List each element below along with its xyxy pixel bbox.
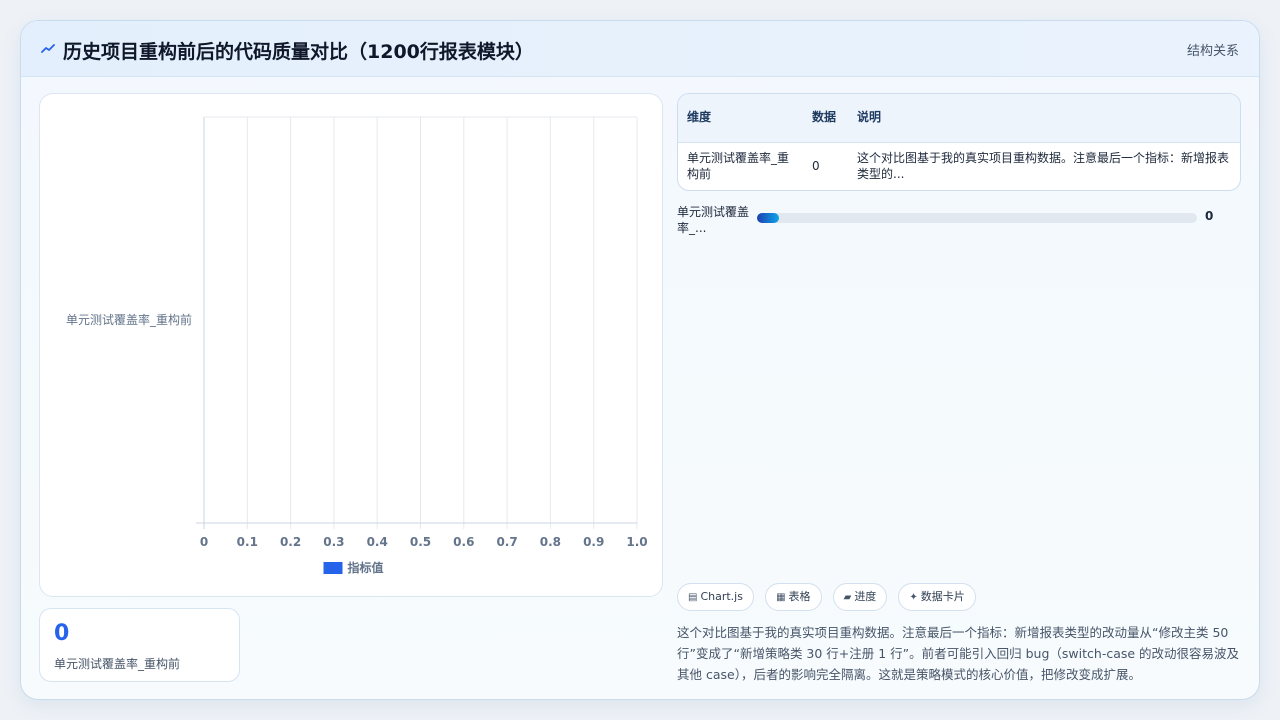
table-header-row: 维度 数据 说明 [678, 94, 1240, 143]
table-cell-data: 0 [812, 159, 820, 174]
legend-label: 指标值 [348, 560, 384, 575]
stat-value: 0 [54, 621, 70, 646]
x-tick-label: 0.8 [540, 535, 561, 549]
data-table: 维度 数据 说明 单元测试覆盖率_重构前 0 这个对比图基于我的真实项目重构数据… [678, 94, 1240, 190]
tag-label: Chart.js [700, 590, 743, 603]
tag-table[interactable]: ▦ 表格 [765, 583, 822, 611]
x-tick-label: 0.2 [280, 535, 301, 549]
table-header-data: 数据 [808, 94, 848, 143]
x-tick-label: 0.5 [410, 535, 431, 549]
tag-label: 进度 [854, 590, 877, 603]
data-table-panel: 维度 数据 说明 单元测试覆盖率_重构前 0 这个对比图基于我的真实项目重构数据… [677, 93, 1241, 191]
legend-swatch [323, 562, 343, 574]
x-tick-label: 0.1 [237, 535, 258, 549]
tag-progress[interactable]: ▰ 进度 [832, 583, 888, 611]
x-tick-label: 0.3 [323, 535, 344, 549]
table-row: 单元测试覆盖率_重构前 0 这个对比图基于我的真实项目重构数据。注意最后一个指标… [678, 142, 1240, 190]
x-tick-label: 0.4 [367, 535, 388, 549]
table-header-dimension: 维度 [678, 94, 808, 143]
progress-fill [757, 213, 779, 223]
page-title: 历史项目重构前后的代码质量对比（1200行报表模块） [63, 41, 534, 63]
bar-chart: 0 0.1 0.2 0.3 0.4 0.5 0.6 0.7 0.8 0.9 1.0 单元测试覆盖率_重… [66, 116, 648, 575]
table-header-description: 说明 [848, 94, 1240, 143]
chart-panel: 0 0.1 0.2 0.3 0.4 0.5 0.6 0.7 0.8 0.9 1.0 单元测试覆盖率_重… [39, 93, 663, 597]
x-tick-label: 1.0 [626, 535, 647, 549]
progress-label: 单元测试覆盖率_... [677, 205, 750, 235]
header-bar: 历史项目重构前后的代码质量对比（1200行报表模块） 结构关系 [21, 21, 1259, 77]
card-icon: ✦ [909, 592, 918, 603]
tag-label: 表格 [788, 590, 811, 603]
tag-chartjs[interactable]: ▤ Chart.js [677, 583, 754, 611]
stat-card: 0 单元测试覆盖率_重构前 [39, 608, 240, 682]
description-text: 这个对比图基于我的真实项目重构数据。注意最后一个指标：新增报表类型的改动量从“修… [677, 625, 1240, 682]
stat-label: 单元测试覆盖率_重构前 [54, 657, 181, 671]
progress-track [757, 213, 1197, 223]
x-tick-label: 0 [200, 535, 208, 549]
progress-icon: ▰ [843, 592, 852, 603]
trend-icon [41, 44, 55, 53]
tag-data-card[interactable]: ✦ 数据卡片 [898, 583, 976, 611]
table-cell-description: 这个对比图基于我的真实项目重构数据。注意最后一个指标：新增报表类型的... [857, 151, 1230, 182]
x-tick-label: 0.9 [583, 535, 604, 549]
tag-group: ▤ Chart.js ▦ 表格 ▰ 进度 ✦ 数据卡片 [677, 583, 982, 613]
x-tick-label: 0.7 [496, 535, 517, 549]
y-category-label: 单元测试覆盖率_重构前 [66, 312, 192, 327]
chart-icon: ▤ [688, 592, 698, 603]
progress-row: 单元测试覆盖率_... 0 [677, 204, 1241, 238]
tag-label: 数据卡片 [920, 590, 965, 603]
progress-value: 0 [1205, 209, 1214, 223]
table-icon: ▦ [776, 592, 786, 603]
x-tick-label: 0.6 [453, 535, 474, 549]
structure-link[interactable]: 结构关系 [1187, 40, 1239, 59]
main-card: 历史项目重构前后的代码质量对比（1200行报表模块） 结构关系 0 0.1 0.2 0… [20, 20, 1260, 700]
table-cell-dimension: 单元测试覆盖率_重构前 [687, 151, 790, 182]
